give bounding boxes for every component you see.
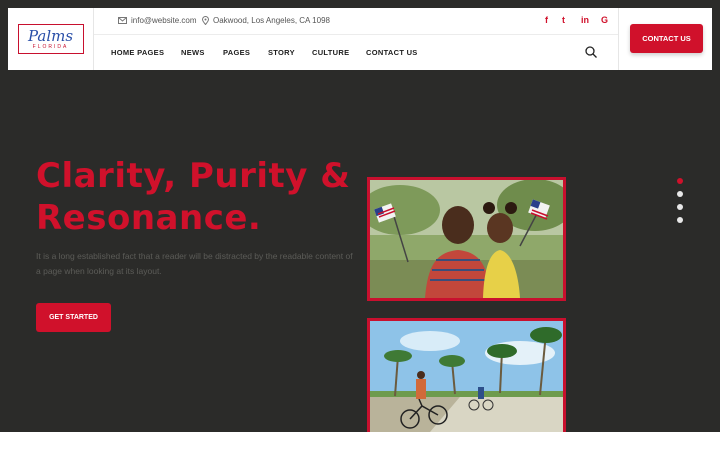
site-header: Palms FLORIDA info@website.com Oakwood, … [8, 8, 712, 70]
header-cta-area: CONTACT US [618, 8, 712, 70]
email-icon [118, 17, 127, 24]
slider-dot[interactable] [677, 191, 683, 197]
linkedin-icon[interactable]: in [581, 15, 589, 25]
nav-item-home-pages[interactable]: HOME PAGES [111, 48, 164, 57]
slider-dots [677, 178, 683, 230]
top-bar: info@website.com Oakwood, Los Angeles, C… [94, 8, 618, 35]
hero-description: It is a long established fact that a rea… [36, 251, 353, 276]
location-icon [202, 16, 209, 25]
get-started-button[interactable]: GET STARTED [36, 303, 111, 332]
google-icon[interactable]: G [601, 15, 608, 25]
main-nav: HOME PAGES NEWS PAGES STORY CULTURE CONT… [94, 35, 618, 70]
hero-title-line-2: Resonance. [36, 198, 262, 238]
hero-photo-cyclists [367, 318, 566, 432]
contact-us-button[interactable]: CONTACT US [630, 24, 703, 53]
email-info[interactable]: info@website.com [118, 16, 196, 25]
hero-title: Clarity, Purity & Resonance. [36, 155, 366, 239]
logo-text: Palms [27, 26, 74, 45]
logo: Palms FLORIDA [17, 24, 84, 54]
logo-subtext: FLORIDA [32, 43, 69, 50]
hero-title-line-1: Clarity, Purity & [36, 156, 351, 196]
nav-item-pages[interactable]: PAGES [223, 48, 250, 57]
slider-dot[interactable] [677, 178, 683, 184]
slider-dot[interactable] [677, 217, 683, 223]
search-icon[interactable] [584, 45, 598, 59]
logo-link[interactable]: Palms FLORIDA [8, 8, 94, 70]
hero-photo-family [367, 177, 566, 301]
nav-item-contact-us[interactable]: CONTACT US [366, 48, 418, 57]
twitter-icon[interactable]: t [562, 15, 565, 25]
nav-item-culture[interactable]: CULTURE [312, 48, 349, 57]
nav-item-news[interactable]: NEWS [181, 48, 205, 57]
slider-dot[interactable] [677, 204, 683, 210]
facebook-icon[interactable]: f [545, 15, 548, 25]
nav-item-story[interactable]: STORY [268, 48, 295, 57]
address-info: Oakwood, Los Angeles, CA 1098 [202, 16, 330, 25]
email-text: info@website.com [131, 16, 197, 25]
address-text: Oakwood, Los Angeles, CA 1098 [213, 16, 330, 25]
hero-section: Palms FLORIDA info@website.com Oakwood, … [0, 0, 720, 432]
